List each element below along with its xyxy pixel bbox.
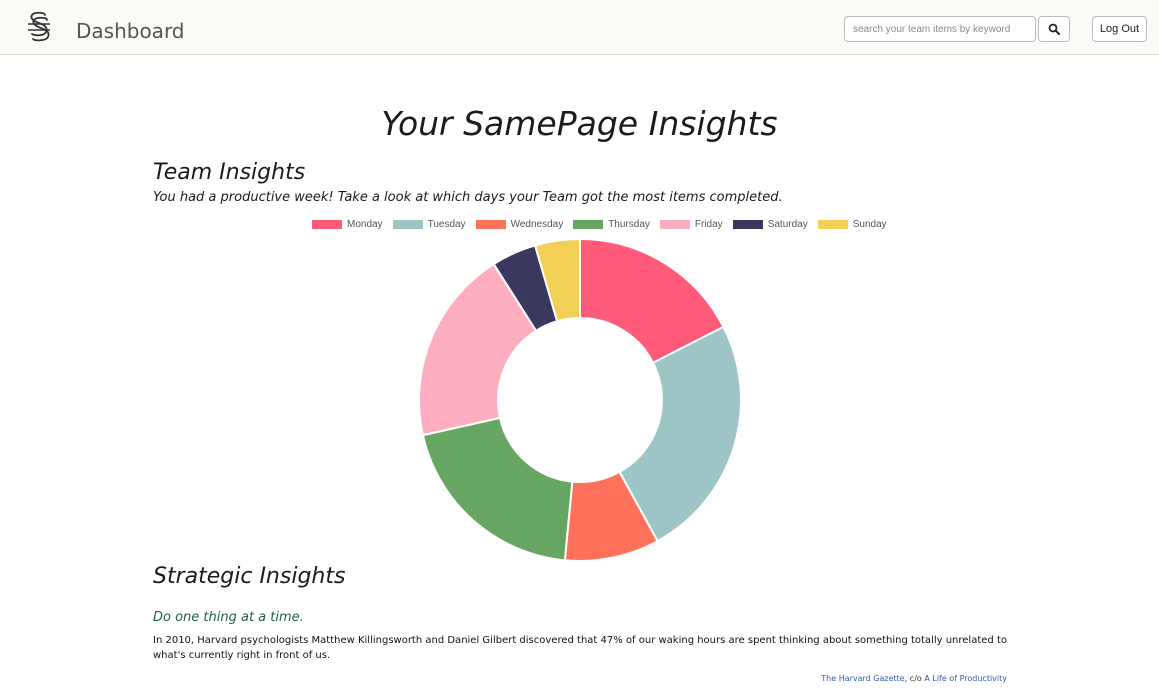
source-credit: The Harvard Gazette, c/o A Life of Produ… [821, 674, 1007, 683]
legend-item-saturday[interactable]: Saturday [732, 219, 808, 230]
legend-item-sunday[interactable]: Sunday [817, 219, 887, 230]
legend-item-monday[interactable]: Monday [312, 219, 383, 230]
team-insights-title: Team Insights [153, 160, 306, 185]
tip-body: In 2010, Harvard psychologists Matthew K… [153, 635, 1007, 661]
source-separator: , c/o [904, 674, 925, 683]
legend-label: Saturday [767, 219, 808, 230]
legend-label: Monday [347, 219, 383, 230]
team-insights-subtitle: You had a productive week! Take a look a… [153, 190, 783, 205]
nav-title[interactable]: Dashboard [76, 19, 185, 43]
weekday-doughnut-chart [418, 237, 742, 562]
tip-title: Do one thing at a time. [153, 610, 304, 625]
strategic-insights-title: Strategic Insights [153, 564, 346, 589]
page-title: Your SamePage Insights [381, 104, 778, 143]
legend-item-tuesday[interactable]: Tuesday [392, 219, 466, 230]
navbar: Dashboard Log Out [0, 0, 1159, 55]
via-link[interactable]: A Life of Productivity [924, 674, 1007, 683]
legend-swatch [312, 220, 342, 229]
search-icon [1048, 23, 1060, 35]
legend-label: Friday [694, 219, 723, 230]
legend-swatch [732, 220, 763, 229]
legend-item-thursday[interactable]: Thursday [573, 219, 650, 230]
source-link[interactable]: The Harvard Gazette [821, 674, 904, 683]
samepage-logo-icon[interactable] [25, 11, 53, 43]
chart-legend: Monday Tuesday Wednesday Thursday Friday Satu… [312, 219, 897, 230]
legend-item-friday[interactable]: Friday [659, 219, 723, 230]
legend-swatch [817, 220, 848, 229]
legend-label: Sunday [852, 219, 887, 230]
legend-label: Thursday [608, 219, 650, 230]
search-button[interactable] [1038, 16, 1070, 42]
legend-swatch [659, 220, 690, 229]
legend-swatch [392, 220, 423, 229]
legend-item-wednesday[interactable]: Wednesday [475, 219, 564, 230]
legend-swatch [475, 220, 506, 229]
legend-swatch [573, 220, 604, 229]
logout-button[interactable]: Log Out [1092, 16, 1147, 42]
legend-label: Tuesday [427, 219, 466, 230]
search-input[interactable] [844, 16, 1036, 42]
legend-label: Wednesday [510, 219, 564, 230]
slice-thursday[interactable] [421, 416, 574, 562]
